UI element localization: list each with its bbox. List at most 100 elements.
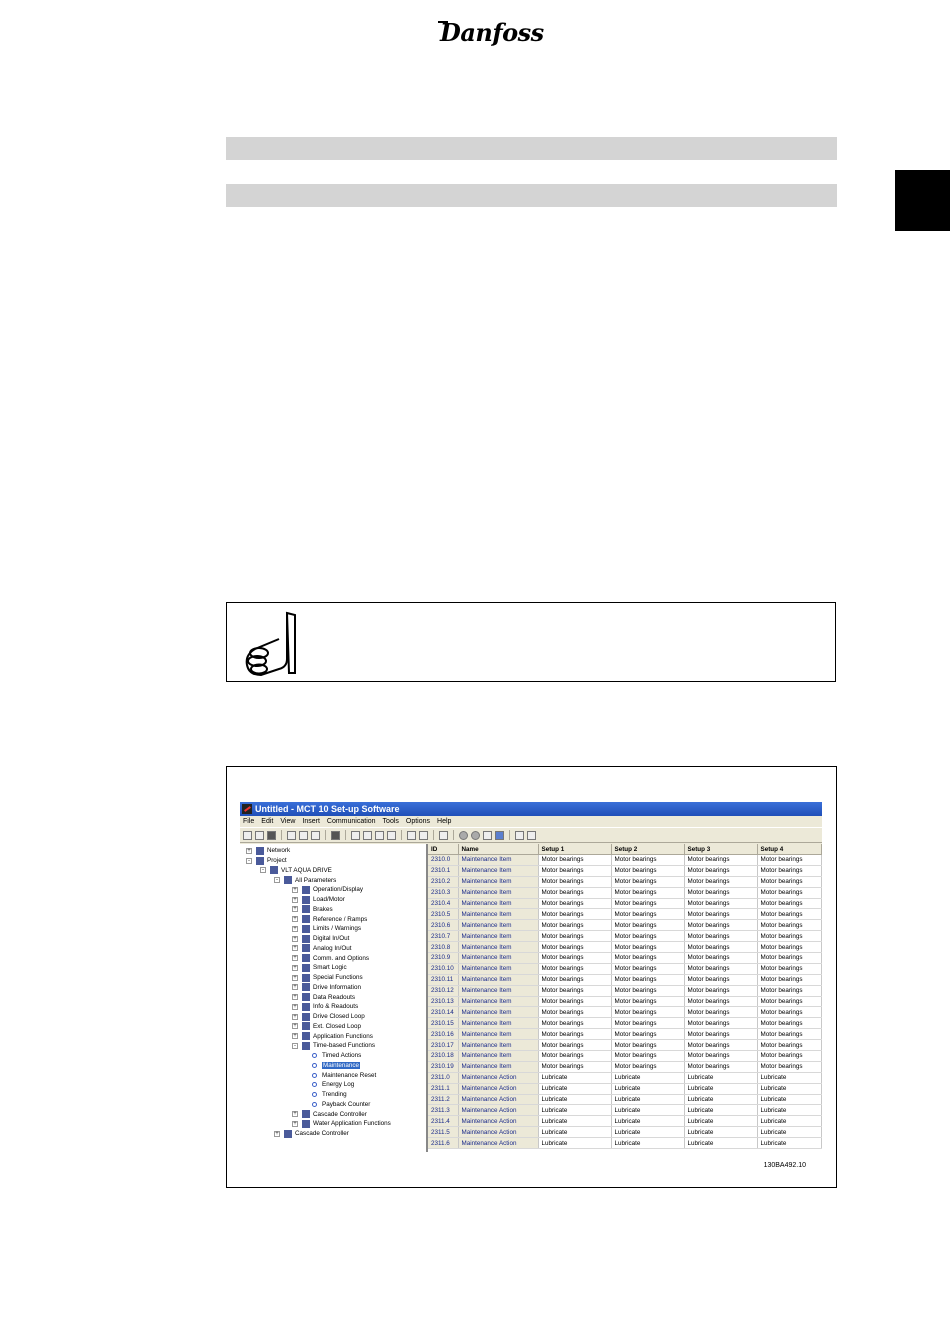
- setup-value-cell[interactable]: Motor bearings: [538, 952, 612, 964]
- table-row[interactable]: 2310.14 Maintenance Item Motor bearings Mot…: [428, 1006, 822, 1019]
- setup-value-cell[interactable]: Motor bearings: [757, 1028, 822, 1041]
- table-row[interactable]: 2310.5 Maintenance Item Motor bearings Moto…: [428, 908, 822, 921]
- tree-item[interactable]: + Drive Closed Loop: [292, 1012, 365, 1022]
- setup-value-cell[interactable]: Motor bearings: [611, 974, 685, 986]
- expand-icon[interactable]: +: [292, 1120, 298, 1127]
- details-view-icon[interactable]: [387, 830, 396, 840]
- open-folder-icon[interactable]: [255, 830, 264, 840]
- table-row[interactable]: 2311.6 Maintenance Action Lubricate Lubrica…: [428, 1137, 822, 1150]
- table-row[interactable]: 2311.0 Maintenance Action Lubricate Lubrica…: [428, 1072, 822, 1084]
- setup-value-cell[interactable]: Lubricate: [538, 1083, 612, 1095]
- expand-icon[interactable]: +: [292, 916, 298, 923]
- tree-item[interactable]: Energy Log: [310, 1080, 354, 1090]
- tree-item[interactable]: + Application Functions: [292, 1031, 373, 1041]
- setup-value-cell[interactable]: Motor bearings: [611, 1017, 685, 1030]
- setup-value-cell[interactable]: Motor bearings: [538, 908, 612, 921]
- setup-value-cell[interactable]: Motor bearings: [611, 876, 685, 888]
- expand-icon[interactable]: +: [292, 955, 298, 962]
- setup-value-cell[interactable]: Motor bearings: [538, 865, 612, 877]
- setup-value-cell[interactable]: Lubricate: [684, 1072, 758, 1084]
- setup-value-cell[interactable]: Motor bearings: [757, 898, 822, 910]
- setup-value-cell[interactable]: Motor bearings: [611, 1050, 685, 1062]
- help-pointer-icon[interactable]: [419, 830, 428, 840]
- setup-value-cell[interactable]: Motor bearings: [538, 1017, 612, 1030]
- expand-icon[interactable]: +: [292, 935, 298, 942]
- tree-item[interactable]: + Load/Motor: [292, 895, 345, 905]
- expand-icon[interactable]: +: [292, 925, 298, 932]
- tree-item[interactable]: + Info & Readouts: [292, 1002, 358, 1012]
- expand-icon[interactable]: +: [274, 1130, 280, 1137]
- expand-icon[interactable]: +: [292, 1013, 298, 1020]
- copy-icon[interactable]: [299, 830, 308, 840]
- setup-value-cell[interactable]: Motor bearings: [757, 919, 822, 932]
- menu-item-insert[interactable]: Insert: [302, 818, 320, 825]
- setup-value-cell[interactable]: Motor bearings: [611, 1028, 685, 1041]
- setup-value-cell[interactable]: Motor bearings: [538, 963, 612, 975]
- setup-value-cell[interactable]: Motor bearings: [757, 996, 822, 1008]
- table-row[interactable]: 2310.19 Maintenance Item Motor bearings Mot…: [428, 1061, 822, 1073]
- setup-value-cell[interactable]: Motor bearings: [538, 887, 612, 899]
- arrow-down-icon[interactable]: [527, 830, 536, 840]
- setup-value-cell[interactable]: Motor bearings: [684, 1039, 758, 1052]
- table-row[interactable]: 2311.3 Maintenance Action Lubricate Lubrica…: [428, 1104, 822, 1117]
- setup-value-cell[interactable]: Motor bearings: [684, 963, 758, 975]
- setup-value-cell[interactable]: Motor bearings: [757, 985, 822, 997]
- large-icons-icon[interactable]: [351, 830, 360, 840]
- tree-item[interactable]: + Special Functions: [292, 973, 363, 983]
- setup-value-cell[interactable]: Motor bearings: [684, 854, 758, 866]
- setup-value-cell[interactable]: Lubricate: [684, 1126, 758, 1139]
- menu-item-edit[interactable]: Edit: [261, 818, 273, 825]
- setup-value-cell[interactable]: Motor bearings: [757, 908, 822, 921]
- setup-value-cell[interactable]: Lubricate: [684, 1137, 758, 1150]
- tree-item[interactable]: + Water Application Functions: [292, 1119, 391, 1129]
- tree-item[interactable]: + Limits / Warnings: [292, 924, 361, 934]
- setup-value-cell[interactable]: Lubricate: [611, 1137, 685, 1150]
- setup-value-cell[interactable]: Lubricate: [538, 1094, 612, 1106]
- paste-icon[interactable]: [311, 830, 320, 840]
- tree-item[interactable]: + Comm. and Options: [292, 953, 369, 963]
- tree-item[interactable]: Maintenance: [310, 1061, 361, 1071]
- setup-value-cell[interactable]: Motor bearings: [538, 996, 612, 1008]
- tree-item[interactable]: Timed Actions: [310, 1051, 361, 1061]
- setup-value-cell[interactable]: Motor bearings: [684, 996, 758, 1008]
- table-row[interactable]: 2310.9 Maintenance Item Motor bearings Moto…: [428, 952, 822, 964]
- setup-value-cell[interactable]: Lubricate: [538, 1137, 612, 1150]
- setup-value-cell[interactable]: Motor bearings: [684, 1017, 758, 1030]
- setup-value-cell[interactable]: Motor bearings: [684, 876, 758, 888]
- collapse-icon[interactable]: -: [274, 877, 280, 884]
- expand-icon[interactable]: +: [246, 847, 252, 854]
- table-row[interactable]: 2311.2 Maintenance Action Lubricate Lubrica…: [428, 1094, 822, 1106]
- setup-value-cell[interactable]: Motor bearings: [611, 1039, 685, 1052]
- setup-value-cell[interactable]: Motor bearings: [757, 941, 822, 954]
- table-row[interactable]: 2311.4 Maintenance Action Lubricate Lubrica…: [428, 1115, 822, 1128]
- setup-value-cell[interactable]: Motor bearings: [684, 865, 758, 877]
- table-row[interactable]: 2310.3 Maintenance Item Motor bearings Moto…: [428, 887, 822, 899]
- collapse-icon[interactable]: -: [292, 1042, 298, 1049]
- setup-value-cell[interactable]: Lubricate: [757, 1094, 822, 1106]
- setup-value-cell[interactable]: Lubricate: [611, 1126, 685, 1139]
- setup-value-cell[interactable]: Motor bearings: [538, 1006, 612, 1019]
- column-header[interactable]: Setup 1: [538, 844, 612, 855]
- tree-item[interactable]: + Brakes: [292, 905, 333, 915]
- table-row[interactable]: 2310.6 Maintenance Item Motor bearings Moto…: [428, 919, 822, 932]
- setup-value-cell[interactable]: Motor bearings: [611, 941, 685, 954]
- setup-value-cell[interactable]: Motor bearings: [611, 952, 685, 964]
- setup-value-cell[interactable]: Motor bearings: [538, 930, 612, 943]
- window-titlebar[interactable]: Untitled - MCT 10 Set-up Software: [240, 802, 822, 816]
- table-row[interactable]: 2310.4 Maintenance Item Motor bearings Moto…: [428, 898, 822, 910]
- setup-value-cell[interactable]: Lubricate: [757, 1126, 822, 1139]
- setup-value-cell[interactable]: Motor bearings: [538, 898, 612, 910]
- setup-value-cell[interactable]: Lubricate: [611, 1115, 685, 1128]
- tree-item[interactable]: + Ext. Closed Loop: [292, 1022, 361, 1032]
- tree-item[interactable]: + Operation/Display: [292, 885, 363, 895]
- collapse-icon[interactable]: -: [260, 867, 266, 874]
- tree-item[interactable]: + Digital In/Out: [292, 934, 349, 944]
- setup-value-cell[interactable]: Lubricate: [684, 1104, 758, 1117]
- setup-value-cell[interactable]: Lubricate: [757, 1137, 822, 1150]
- setup-value-cell[interactable]: Motor bearings: [611, 996, 685, 1008]
- setup-value-cell[interactable]: Motor bearings: [684, 1006, 758, 1019]
- tree-item[interactable]: - VLT AQUA DRIVE: [260, 866, 332, 876]
- setup-value-cell[interactable]: Motor bearings: [538, 941, 612, 954]
- setup-value-cell[interactable]: Motor bearings: [757, 887, 822, 899]
- setup-value-cell[interactable]: Motor bearings: [538, 985, 612, 997]
